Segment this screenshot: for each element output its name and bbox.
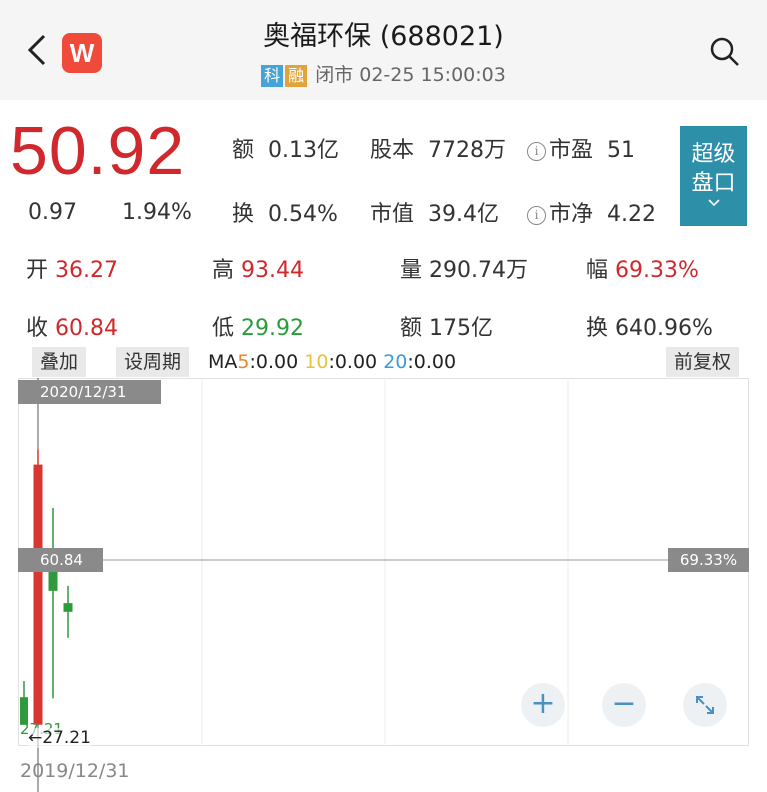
zoom-out-button[interactable]: − (602, 683, 646, 727)
candles (20, 449, 73, 725)
expand-icon (696, 696, 714, 714)
x-axis-start-date: 2019/12/31 (20, 760, 130, 782)
cursor-date-label: 2020/12/31 (18, 380, 161, 404)
candle-body[interactable] (63, 603, 73, 612)
cursor-pct-label: 69.33% (668, 548, 749, 572)
cursor-price-label: 60.84 (18, 548, 103, 572)
plus-icon: + (530, 686, 556, 721)
candle-body[interactable] (33, 464, 43, 725)
zoom-in-button[interactable]: + (521, 683, 565, 727)
low-arrow-label: ←27.21 (28, 728, 91, 748)
fullscreen-button[interactable] (683, 683, 727, 727)
minus-icon: − (611, 686, 637, 721)
